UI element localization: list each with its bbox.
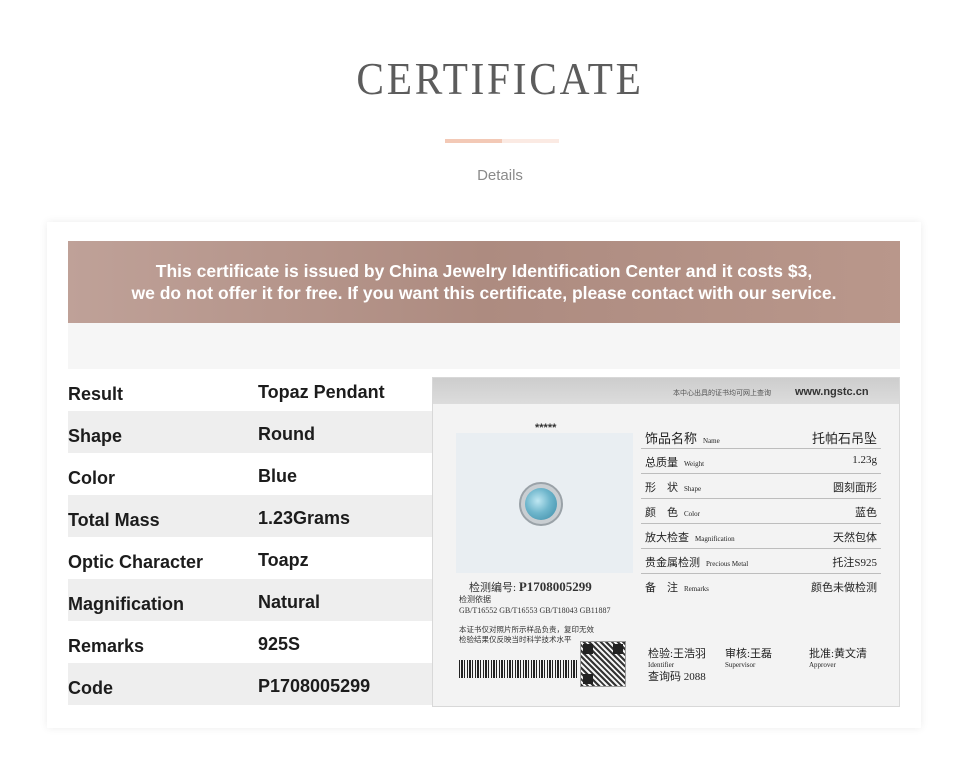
identifier-signature: 检验:王浩羽 Identifier (648, 644, 706, 669)
certificate-image: 本中心出具的证书均可网上查询 www.ngstc.cn ***** 检测编号: … (432, 377, 900, 707)
detail-label: Shape (68, 426, 123, 446)
cert-field-value: 圆刻面形 (833, 482, 877, 494)
barcode-image (459, 660, 577, 678)
cert-field-value: 1.23g (852, 454, 877, 466)
notice-banner: This certificate is issued by China Jewe… (68, 241, 900, 323)
cert-field-value: 颜色未做检测 (811, 582, 877, 594)
detail-label: Total Mass (68, 510, 160, 530)
approver-name: 批准:黄文清 (809, 648, 868, 660)
cert-field-cn: 备 注 (645, 582, 678, 594)
detail-label: Result (68, 384, 124, 404)
certificate-number-label: 检测编号: (469, 582, 517, 594)
supervisor-caption: Supervisor (725, 661, 756, 669)
detail-row-optic-character: Optic Character Toapz (68, 537, 432, 579)
cert-field-value: 蓝色 (855, 507, 877, 519)
cert-field-cn: 总质量 (645, 457, 678, 469)
cert-field-en: Color (684, 510, 700, 518)
detail-label: Optic Character (68, 552, 204, 572)
detail-row-total-mass: Total Mass 1.23Grams (68, 495, 432, 537)
cert-field-en: Name (703, 437, 720, 445)
cert-field-row: 饰品名称 Name 托帕石吊坠 (641, 426, 881, 449)
cert-field-row: 放大检查 Magnification 天然包体 (641, 524, 881, 549)
identifier-name: 检验:王浩羽 (648, 648, 707, 660)
test-basis-label: 检测依据 (459, 595, 491, 604)
check-code: 查询码 2088 (648, 671, 706, 683)
page-title: CERTIFICATE (356, 53, 644, 104)
rating-stars: ***** (535, 422, 557, 434)
qr-code-image (580, 641, 626, 687)
detail-row-magnification: Magnification Natural (68, 579, 432, 621)
detail-label: Magnification (68, 594, 184, 614)
cert-field-cn: 放大检查 (645, 532, 689, 544)
detail-value: Topaz Pendant (258, 382, 385, 402)
cert-field-en: Remarks (684, 585, 709, 593)
cert-field-en: Precious Metal (706, 560, 749, 568)
topaz-gem (525, 488, 557, 520)
cert-field-row: 总质量 Weight 1.23g (641, 449, 881, 474)
detail-value: Toapz (258, 550, 309, 570)
cert-field-row: 备 注 Remarks 颜色未做检测 (641, 574, 881, 598)
detail-value: Blue (258, 466, 298, 486)
certificate-disclaimer-2: 检验结果仅反映当时科学技术水平 (459, 635, 572, 644)
cert-field-cn: 贵金属检测 (645, 557, 700, 569)
detail-label: Color (68, 468, 115, 488)
cert-field-cn: 形 状 (645, 482, 678, 494)
cert-field-row: 颜 色 Color 蓝色 (641, 499, 881, 524)
certificate-number: 检测编号: P1708005299 (469, 579, 592, 595)
certificate-number-value: P1708005299 (518, 579, 592, 594)
certificate-fields: 饰品名称 Name 托帕石吊坠 总质量 Weight 1.23g 形 状 Shape … (641, 426, 881, 598)
certificate-website: www.ngstc.cn (795, 386, 869, 398)
notice-line-1: This certificate is issued by China Jewe… (155, 261, 813, 281)
approver-signature: 批准:黄文清 Approver (809, 644, 867, 669)
cert-field-cn: 饰品名称 (645, 431, 698, 446)
test-standards: GB/T16552 GB/T16553 GB/T18043 GB11887 (459, 606, 611, 615)
detail-value: P1708005299 (258, 676, 371, 696)
page-subtitle: Details (477, 167, 523, 184)
supervisor-signature: 审核:王磊 Supervisor (725, 644, 772, 669)
cert-field-value: 托注S925 (832, 557, 877, 569)
cert-field-cn: 颜 色 (645, 507, 678, 519)
detail-value: Natural (258, 592, 321, 612)
detail-row-color: Color Blue (68, 453, 432, 495)
title-divider (445, 139, 559, 143)
detail-row-code: Code P1708005299 (68, 663, 432, 705)
cert-field-row: 贵金属检测 Precious Metal 托注S925 (641, 549, 881, 574)
detail-row-remarks: Remarks 925S (68, 621, 432, 663)
certificate-note: 本中心出具的证书均可网上查询 (673, 390, 771, 397)
detail-value: 925S (258, 634, 301, 654)
spacer-band (68, 323, 900, 369)
cert-field-en: Shape (684, 485, 702, 493)
cert-field-value: 天然包体 (833, 532, 877, 544)
cert-field-row: 形 状 Shape 圆刻面形 (641, 474, 881, 499)
detail-row-result: Result Topaz Pendant (68, 369, 432, 411)
approver-caption: Approver (809, 661, 836, 669)
detail-value: Round (258, 424, 315, 444)
detail-label: Remarks (68, 636, 145, 656)
cert-field-en: Weight (684, 460, 705, 468)
details-list: Result Topaz Pendant Shape Round Color B… (68, 369, 432, 705)
supervisor-name: 审核:王磊 (725, 648, 773, 660)
detail-value: 1.23Grams (258, 508, 351, 528)
detail-row-shape: Shape Round (68, 411, 432, 453)
certificate-header-strip: 本中心出具的证书均可网上查询 www.ngstc.cn (433, 378, 899, 404)
detail-label: Code (68, 678, 113, 698)
notice-line-2: we do not offer it for free. If you want… (131, 283, 837, 303)
cert-field-value: 托帕石吊坠 (811, 431, 877, 446)
cert-field-en: Magnification (695, 535, 735, 543)
